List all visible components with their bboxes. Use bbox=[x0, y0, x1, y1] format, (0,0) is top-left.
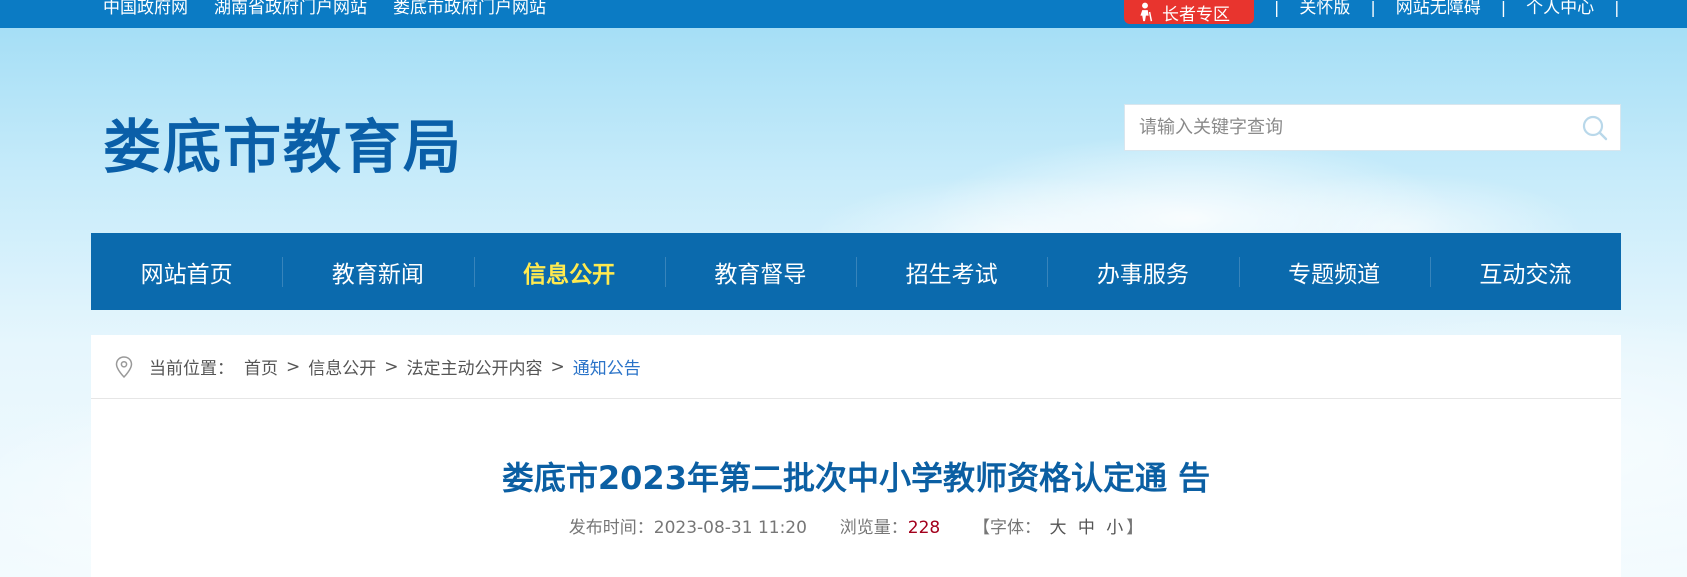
breadcrumb: 当前位置： 首页 > 信息公开 > 法定主动公开内容 > 通知公告 bbox=[91, 335, 1621, 399]
breadcrumb-separator: > bbox=[286, 356, 301, 377]
nav-item-education-supervision[interactable]: 教育督导 bbox=[664, 233, 856, 310]
search-input[interactable] bbox=[1125, 105, 1545, 150]
link-china-gov[interactable]: 中国政府网 bbox=[103, 0, 188, 20]
nav-item-admission-exams[interactable]: 招生考试 bbox=[856, 233, 1047, 310]
separator: | bbox=[1500, 0, 1507, 17]
font-size-medium[interactable]: 中 bbox=[1078, 518, 1095, 538]
elderly-person-icon bbox=[1140, 2, 1153, 22]
breadcrumb-home[interactable]: 首页 bbox=[244, 354, 278, 379]
search-icon[interactable] bbox=[1580, 113, 1610, 143]
link-loudi-gov[interactable]: 娄底市政府门户网站 bbox=[393, 0, 546, 20]
care-version-link[interactable]: 关怀版 bbox=[1299, 0, 1350, 17]
location-pin-icon bbox=[115, 355, 133, 378]
personal-center-link[interactable]: 个人中心 bbox=[1526, 0, 1594, 17]
breadcrumb-statutory-content[interactable]: 法定主动公开内容 bbox=[407, 354, 543, 379]
content-panel: 当前位置： 首页 > 信息公开 > 法定主动公开内容 > 通知公告 娄底市202… bbox=[91, 335, 1621, 577]
site-title: 娄底市教育局 bbox=[103, 113, 464, 181]
accessibility-link[interactable]: 网站无障碍 bbox=[1396, 0, 1481, 17]
separator: | bbox=[1614, 0, 1620, 17]
top-right-links: 长者专区 | 关怀版 | 网站无障碍 | 个人中心 | bbox=[1124, 0, 1640, 25]
elder-zone-button[interactable]: 长者专区 bbox=[1124, 0, 1254, 25]
breadcrumb-info-disclosure[interactable]: 信息公开 bbox=[308, 354, 376, 379]
nav-item-interaction[interactable]: 互动交流 bbox=[1429, 233, 1621, 310]
link-hunan-gov[interactable]: 湖南省政府门户网站 bbox=[214, 0, 367, 20]
separator: | bbox=[1274, 0, 1280, 17]
publish-time-label: 发布时间： bbox=[568, 518, 654, 538]
main-nav: 网站首页 教育新闻 信息公开 教育督导 招生考试 办事服务 专题频道 互动交流 bbox=[91, 233, 1621, 310]
search-box bbox=[1124, 104, 1621, 151]
font-size-close: 】 bbox=[1126, 518, 1144, 538]
views-count: 228 bbox=[907, 518, 941, 538]
top-bar: 中国政府网 湖南省政府门户网站 娄底市政府门户网站 长者专区 | 关怀版 | 网… bbox=[0, 0, 1687, 28]
views-label: 浏览量： bbox=[839, 518, 908, 538]
nav-item-info-disclosure[interactable]: 信息公开 bbox=[473, 233, 665, 310]
breadcrumb-separator: > bbox=[550, 356, 565, 377]
breadcrumb-prefix: 当前位置： bbox=[149, 359, 234, 379]
separator: | bbox=[1370, 0, 1376, 17]
breadcrumb-separator: > bbox=[384, 356, 399, 377]
nav-item-special-channels[interactable]: 专题频道 bbox=[1238, 233, 1430, 310]
font-size-label: 【字体： bbox=[973, 518, 1042, 538]
nav-item-home[interactable]: 网站首页 bbox=[91, 233, 282, 310]
font-size-small[interactable]: 小 bbox=[1106, 518, 1123, 538]
article-title: 娄底市2023年第二批次中小学教师资格认定通 告 bbox=[501, 459, 1211, 497]
nav-item-education-news[interactable]: 教育新闻 bbox=[282, 233, 473, 310]
top-links: 中国政府网 湖南省政府门户网站 娄底市政府门户网站 bbox=[103, 0, 546, 20]
article-meta: 发布时间：2023-08-31 11:20 浏览量：228 【字体： 大 中 小… bbox=[91, 513, 1621, 538]
font-size-large[interactable]: 大 bbox=[1049, 518, 1066, 538]
breadcrumb-current[interactable]: 通知公告 bbox=[573, 354, 641, 379]
elder-zone-label: 长者专区 bbox=[1162, 4, 1230, 25]
nav-item-services[interactable]: 办事服务 bbox=[1047, 233, 1238, 310]
publish-time: 2023-08-31 11:20 bbox=[653, 518, 807, 538]
